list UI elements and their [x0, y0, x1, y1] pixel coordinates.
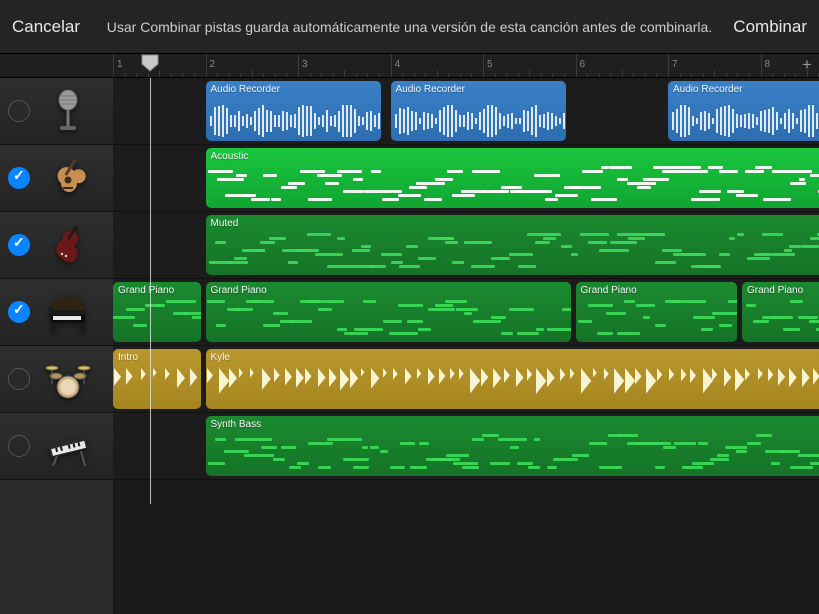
- track-select-checkbox[interactable]: [8, 435, 30, 457]
- ruler-bar: 6: [576, 54, 586, 77]
- region-label: Grand Piano: [113, 282, 201, 296]
- track-header-drums[interactable]: [0, 346, 113, 413]
- track-select-checkbox[interactable]: [8, 368, 30, 390]
- track-header-acoustic-guitar[interactable]: [0, 145, 113, 212]
- keyboard-icon: [40, 419, 95, 474]
- region[interactable]: Grand Piano: [742, 282, 819, 342]
- region[interactable]: Grand Piano: [113, 282, 201, 342]
- region-label: Audio Recorder: [668, 81, 819, 95]
- ruler-bar: 3: [298, 54, 308, 77]
- playhead-handle[interactable]: [141, 54, 159, 72]
- region[interactable]: Kyle: [206, 349, 819, 409]
- piano-icon: [40, 285, 95, 340]
- region-label: Kyle: [206, 349, 819, 363]
- combine-button[interactable]: Combinar: [731, 13, 809, 41]
- region-label: Audio Recorder: [206, 81, 382, 95]
- track-header-mic[interactable]: [0, 78, 113, 145]
- region[interactable]: Synth Bass: [206, 416, 819, 476]
- region[interactable]: Grand Piano: [206, 282, 571, 342]
- region-label: Audio Recorder: [391, 81, 567, 95]
- region-label: Muted: [206, 215, 819, 229]
- header-bar: Cancelar Usar Combinar pistas guarda aut…: [0, 0, 819, 54]
- ruler-bar: 1: [113, 54, 123, 77]
- cancel-button[interactable]: Cancelar: [10, 13, 82, 41]
- ruler-bar: 7: [668, 54, 678, 77]
- track-select-checkbox[interactable]: [8, 167, 30, 189]
- track-header-bass[interactable]: [0, 212, 113, 279]
- region-label: Grand Piano: [206, 282, 571, 296]
- region[interactable]: Audio Recorder: [391, 81, 567, 141]
- track-row-piano[interactable]: Grand Piano Grand Piano Grand Piano Grand P…: [113, 279, 819, 346]
- track-row-acoustic-guitar[interactable]: Acoustic: [113, 145, 819, 212]
- timeline[interactable]: + 12345678 Audio RecorderAudio RecorderA…: [113, 54, 819, 614]
- region-label: Acoustic: [206, 148, 819, 162]
- track-row-drums[interactable]: Intro Kyle: [113, 346, 819, 413]
- region[interactable]: Audio Recorder: [668, 81, 819, 141]
- ruler-bar: 4: [391, 54, 401, 77]
- region[interactable]: Grand Piano: [576, 282, 738, 342]
- microphone-icon: [40, 84, 95, 139]
- region-label: Grand Piano: [576, 282, 738, 296]
- region[interactable]: Intro: [113, 349, 201, 409]
- region-label: Intro: [113, 349, 201, 363]
- acoustic-guitar-icon: [40, 151, 95, 206]
- track-header-piano[interactable]: [0, 279, 113, 346]
- ruler-bar: 2: [206, 54, 216, 77]
- region-label: Synth Bass: [206, 416, 819, 430]
- track-select-checkbox[interactable]: [8, 100, 30, 122]
- track-select-checkbox[interactable]: [8, 234, 30, 256]
- track-row-synth[interactable]: Synth Bass: [113, 413, 819, 480]
- ruler[interactable]: + 12345678: [113, 54, 819, 78]
- track-row-bass[interactable]: Muted: [113, 212, 819, 279]
- region[interactable]: Muted: [206, 215, 819, 275]
- track-headers-column: [0, 54, 113, 614]
- region-label: Grand Piano: [742, 282, 819, 296]
- track-row-mic[interactable]: Audio Recorder Audio Recorder Audio Record…: [113, 78, 819, 145]
- ruler-bar: 5: [483, 54, 493, 77]
- region[interactable]: Acoustic: [206, 148, 819, 208]
- region[interactable]: Audio Recorder: [206, 81, 382, 141]
- ruler-bar: 8: [761, 54, 771, 77]
- track-select-checkbox[interactable]: [8, 301, 30, 323]
- drum-kit-icon: [40, 352, 95, 407]
- bass-guitar-icon: [40, 218, 95, 273]
- header-message: Usar Combinar pistas guarda automáticame…: [107, 19, 712, 35]
- track-header-synth[interactable]: [0, 413, 113, 480]
